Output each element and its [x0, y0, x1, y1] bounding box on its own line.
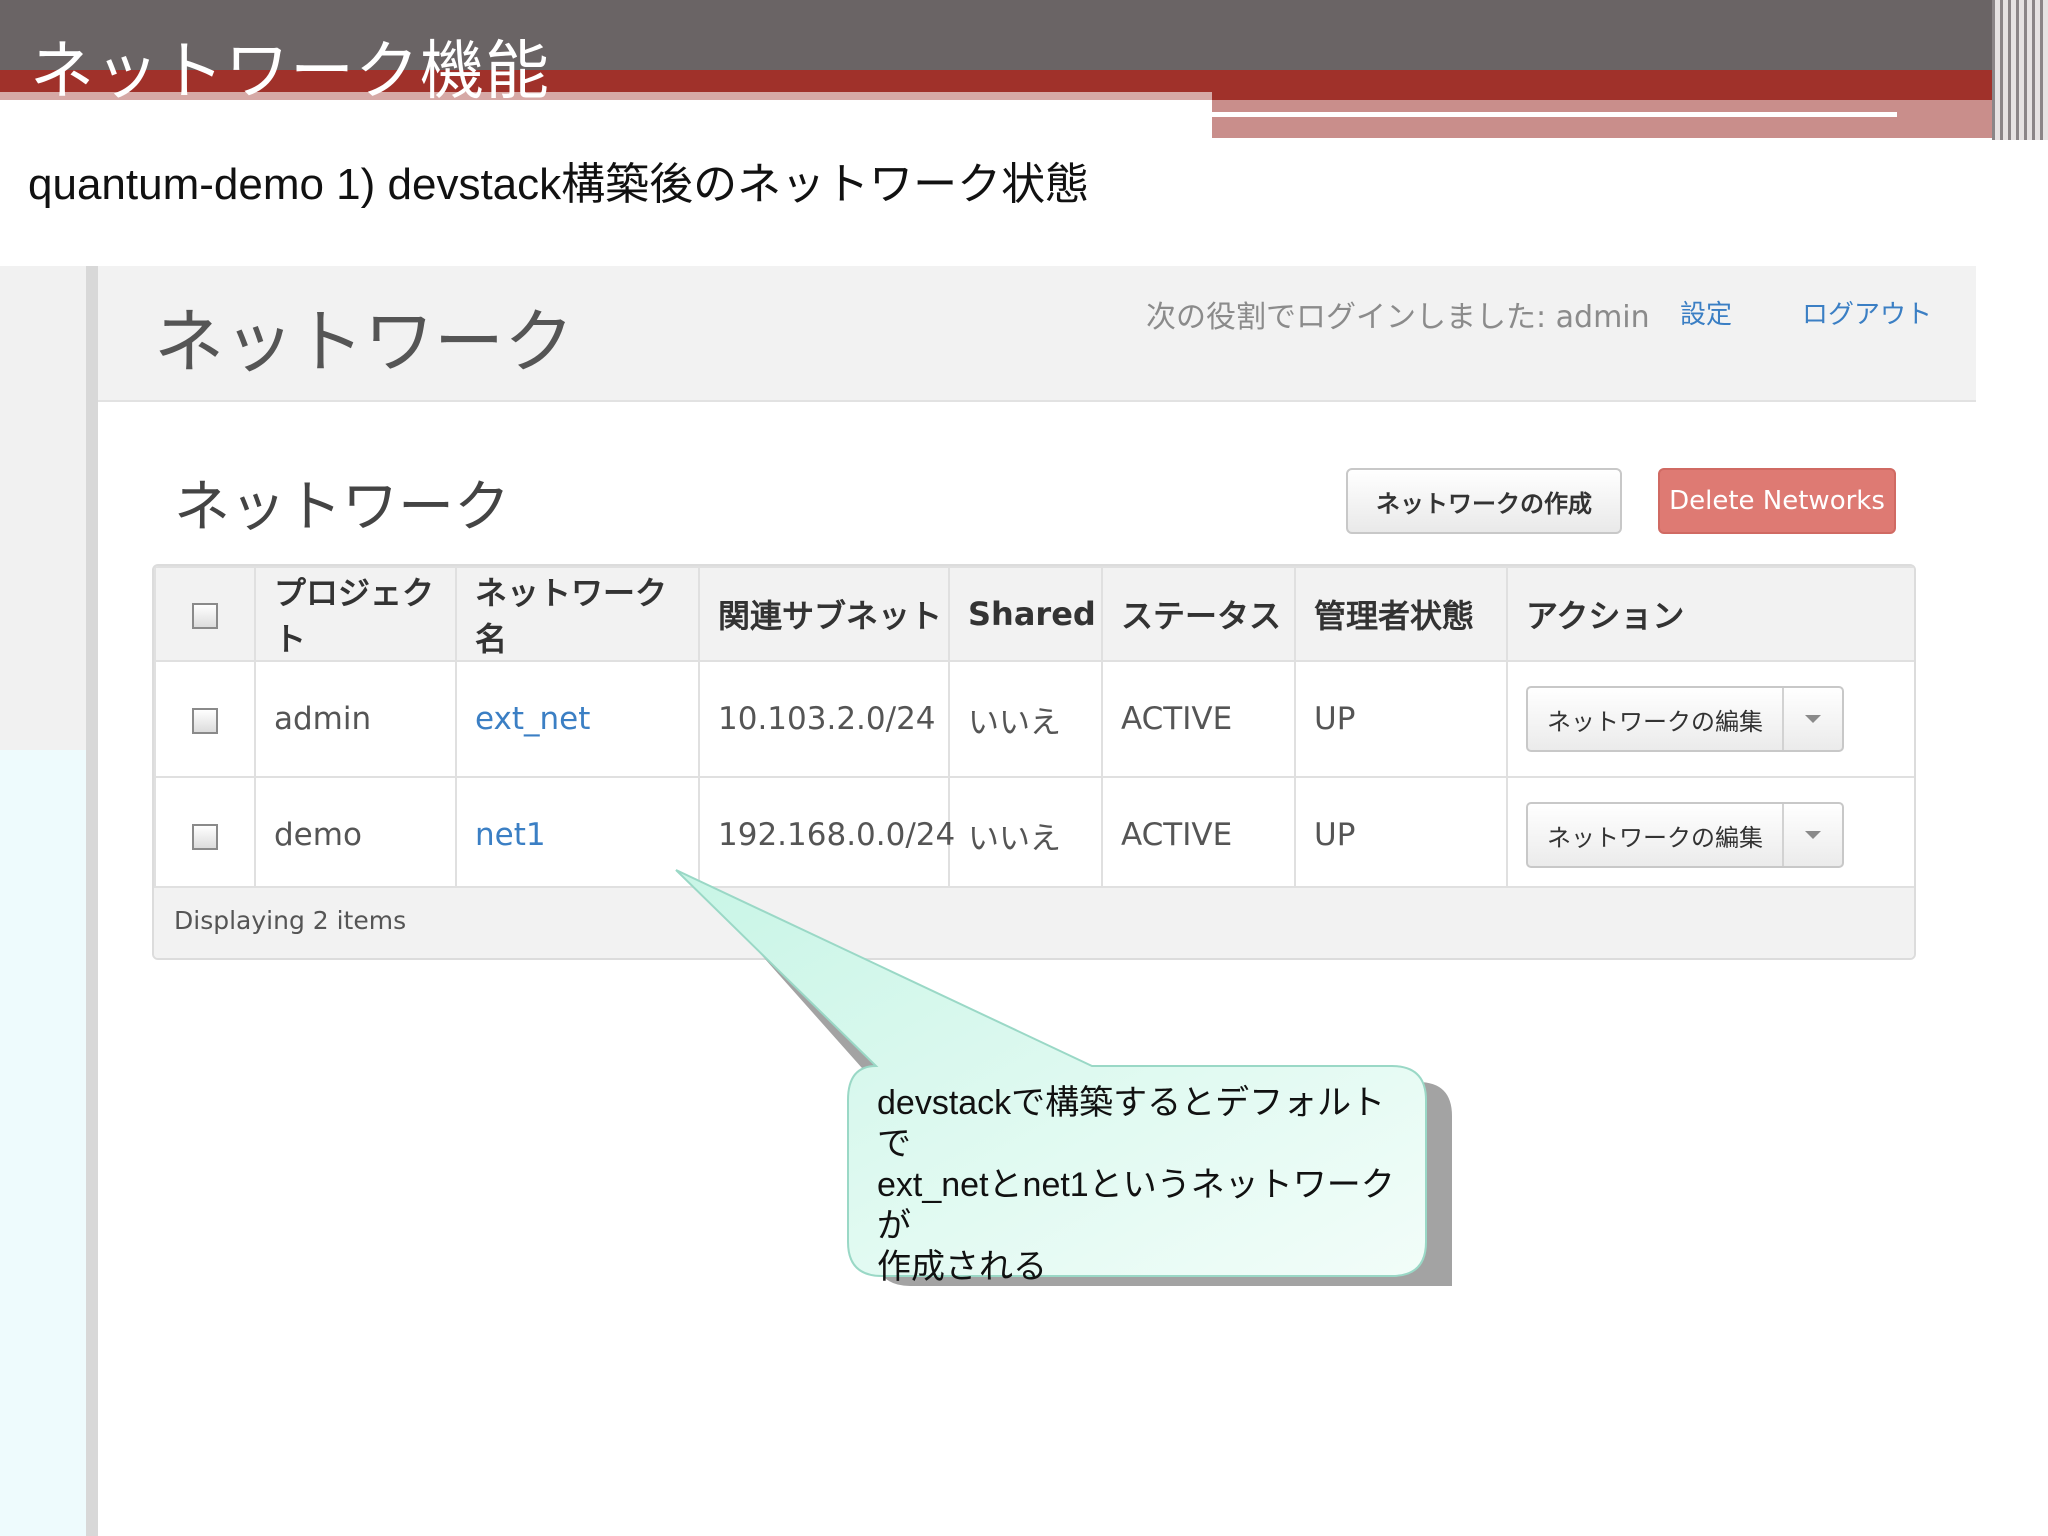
callout-text: devstackで構築するとデフォルトで ext_netとnet1というネットワ… [877, 1083, 1397, 1288]
action-dropdown-toggle[interactable] [1784, 688, 1842, 750]
cell-status: ACTIVE [1101, 660, 1296, 778]
cell-network-name: net1 [455, 776, 700, 894]
cell-actions: ネットワークの編集 [1506, 660, 1914, 778]
network-name-link[interactable]: ext_net [475, 701, 590, 737]
cell-shared: いいえ [948, 660, 1103, 778]
column-header-project[interactable]: プロジェクト [254, 566, 457, 662]
network-name-link[interactable]: net1 [475, 817, 546, 853]
column-header-admin-state[interactable]: 管理者状態 [1294, 566, 1508, 662]
row-action-split-button: ネットワークの編集 [1526, 686, 1844, 752]
section-title: ネットワーク [174, 475, 510, 540]
logout-link[interactable]: ログアウト [1802, 294, 1932, 331]
delete-networks-button[interactable]: Delete Networks [1658, 468, 1896, 534]
table-header-row: プロジェクト ネットワーク名 関連サブネット Shared ステータス 管理者状… [154, 566, 1914, 662]
cell-status: ACTIVE [1101, 776, 1296, 894]
select-all-cell [154, 566, 256, 662]
chevron-down-icon [1805, 715, 1821, 723]
row-action-split-button: ネットワークの編集 [1526, 802, 1844, 868]
column-header-status[interactable]: ステータス [1101, 566, 1296, 662]
column-header-shared[interactable]: Shared [948, 566, 1103, 662]
column-header-subnets[interactable]: 関連サブネット [698, 566, 950, 662]
row-select-cell [154, 776, 256, 894]
select-all-checkbox[interactable] [192, 603, 218, 629]
settings-link[interactable]: 設定 [1680, 294, 1732, 331]
edit-network-button[interactable]: ネットワークの編集 [1528, 804, 1784, 866]
cell-subnet: 10.103.2.0/24 [698, 660, 950, 778]
chevron-down-icon [1805, 831, 1821, 839]
login-status: 次の役割でログインしました: admin [1146, 300, 1650, 335]
table-row: admin ext_net 10.103.2.0/24 いいえ ACTIVE U… [154, 660, 1914, 778]
slide-decoration-lines [1992, 0, 2048, 140]
create-network-button[interactable]: ネットワークの作成 [1346, 468, 1622, 534]
sidebar-panel [0, 266, 86, 750]
row-checkbox[interactable] [192, 823, 218, 850]
slide-subtitle: quantum-demo 1) devstack構築後のネットワーク状態 [28, 160, 1090, 209]
cell-admin-state: UP [1294, 660, 1508, 778]
callout-line: ext_netとnet1というネットワークが [877, 1166, 1395, 1245]
table-footer: Displaying 2 items [154, 886, 1914, 958]
row-checkbox[interactable] [192, 707, 218, 734]
cell-network-name: ext_net [455, 660, 700, 778]
page-title: ネットワーク [154, 301, 574, 383]
item-count: Displaying 2 items [174, 906, 407, 935]
networks-table: プロジェクト ネットワーク名 関連サブネット Shared ステータス 管理者状… [152, 564, 1916, 960]
cell-shared: いいえ [948, 776, 1103, 894]
edit-network-button[interactable]: ネットワークの編集 [1528, 688, 1784, 750]
cell-admin-state: UP [1294, 776, 1508, 894]
slide-accent-gap [1212, 112, 1897, 117]
sidebar-panel-lower [0, 750, 86, 1536]
slide-title: ネットワーク機能 [30, 35, 550, 109]
app-header: ネットワーク 次の役割でログインしました: admin 設定 ログアウト [98, 266, 1976, 402]
callout-line: 作成される [877, 1248, 1047, 1286]
action-dropdown-toggle[interactable] [1784, 804, 1842, 866]
cell-project: admin [254, 660, 457, 778]
table-row: demo net1 192.168.0.0/24 いいえ ACTIVE UP ネ… [154, 776, 1914, 894]
column-header-actions: アクション [1506, 566, 1914, 662]
column-header-network-name[interactable]: ネットワーク名 [455, 566, 700, 662]
sidebar-divider [86, 266, 98, 1536]
callout-line: devstackで構築するとデフォルトで [877, 1084, 1386, 1163]
cell-project: demo [254, 776, 457, 894]
slide-accent-band-secondary [1212, 100, 2012, 138]
cell-subnet: 192.168.0.0/24 [698, 776, 955, 894]
row-select-cell [154, 660, 256, 778]
cell-actions: ネットワークの編集 [1506, 776, 1914, 894]
